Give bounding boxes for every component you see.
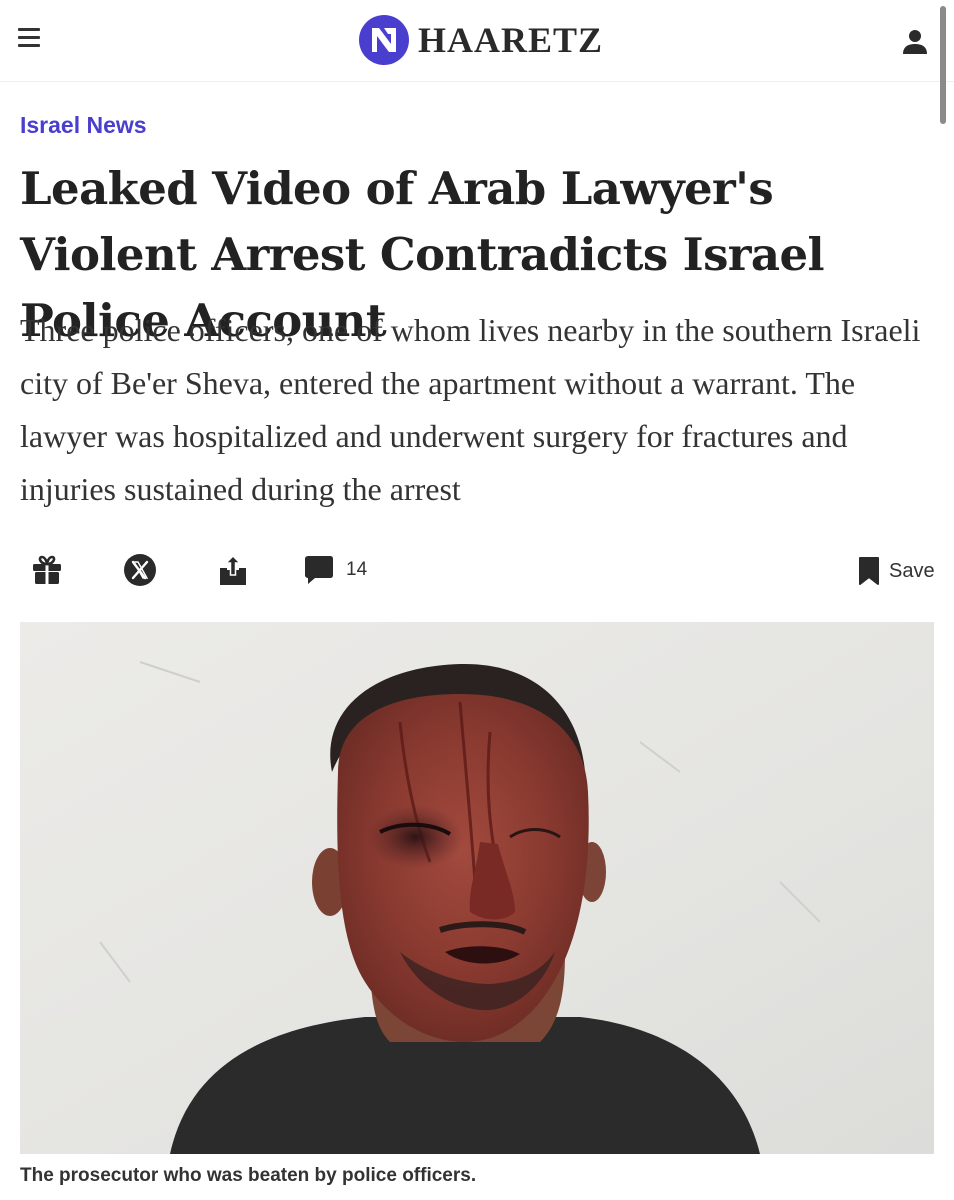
user-icon[interactable] [900,26,930,56]
section-link[interactable]: Israel News [20,112,147,139]
save-label: Save [889,559,935,582]
x-logo-icon[interactable] [123,553,157,587]
share-icon[interactable] [216,553,250,587]
site-logo[interactable]: HAARETZ [358,14,603,66]
gift-icon[interactable] [30,553,64,587]
save-button[interactable]: Save [858,555,935,587]
site-header: HAARETZ [0,0,954,82]
article-subheadline: Three police officers, one of whom lives… [20,312,921,507]
bookmark-icon [859,557,879,585]
injured-man-photo [20,622,934,1154]
hamburger-menu-icon[interactable] [18,28,40,50]
article-page: HAARETZ Israel News Leaked Video of Arab… [0,0,954,1200]
photo-caption: The prosecutor who was beaten by police … [20,1165,477,1186]
share-toolbar: 14 Save [0,545,954,595]
scrollbar[interactable] [940,6,946,124]
haaretz-logo-icon [359,15,409,65]
brand-name: HAARETZ [418,20,604,60]
article-photo[interactable] [20,622,934,1154]
comment-count[interactable]: 14 [346,559,367,581]
comment-icon[interactable] [302,553,336,587]
